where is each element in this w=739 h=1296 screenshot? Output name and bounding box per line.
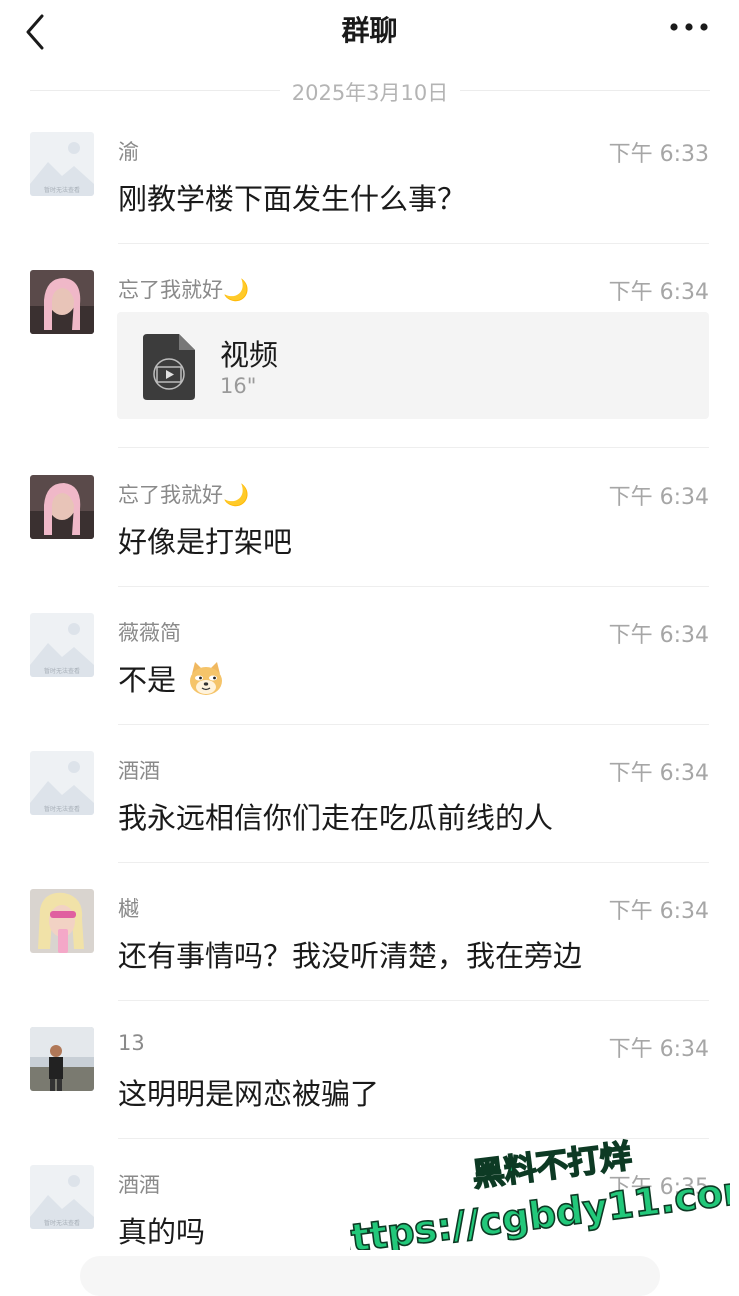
message-text[interactable]: 还有事情吗？我没听清楚，我在旁边 (118, 933, 582, 975)
more-options-button[interactable] (665, 12, 715, 42)
sender-name[interactable]: 薇薇简 (118, 617, 181, 647)
message-separator (118, 724, 709, 725)
placeholder-image-icon: 暂时无法查看 (30, 613, 94, 677)
user-photo-avatar (30, 889, 94, 953)
message-item: 暂时无法查看 薇薇简 下午 6:34 不是 (0, 613, 739, 725)
placeholder-caption: 暂时无法查看 (44, 667, 80, 675)
video-message-card[interactable]: 视频 16" (117, 312, 709, 419)
message-text[interactable]: 这明明是网恋被骗了 (118, 1071, 379, 1113)
message-separator (118, 447, 709, 448)
message-time: 下午 6:34 (608, 280, 709, 305)
user-photo-avatar (30, 475, 94, 539)
avatar-photo[interactable] (30, 270, 94, 334)
message-item: 13 下午 6:34 这明明是网恋被骗了 (0, 1027, 739, 1139)
sender-name[interactable]: 酒酒 (118, 755, 160, 785)
message-text[interactable]: 我永远相信你们走在吃瓜前线的人 (118, 795, 553, 837)
placeholder-image-icon: 暂时无法查看 (30, 751, 94, 815)
divider-line (460, 90, 710, 91)
avatar-photo[interactable] (30, 889, 94, 953)
message-text[interactable]: 不是 (118, 657, 225, 699)
message-item: 忘了我就好🌙 下午 6:34 视频 16" (0, 270, 739, 448)
message-time: 下午 6:34 (608, 485, 709, 510)
message-text[interactable]: 好像是打架吧 (118, 519, 292, 561)
avatar-placeholder[interactable]: 暂时无法查看 (30, 132, 94, 196)
doge-emoji-icon (190, 662, 223, 695)
placeholder-image-icon: 暂时无法查看 (30, 1165, 94, 1229)
message-text[interactable]: 真的吗 (118, 1209, 205, 1251)
top-bar: 群聊 (0, 0, 739, 60)
placeholder-image-icon: 暂时无法查看 (30, 132, 94, 196)
video-duration: 16" (220, 374, 257, 398)
date-divider: 2025年3月10日 (30, 76, 710, 106)
avatar-photo[interactable] (30, 475, 94, 539)
message-separator (118, 1000, 709, 1001)
avatar-placeholder[interactable]: 暂时无法查看 (30, 613, 94, 677)
sender-name[interactable]: 忘了我就好🌙 (118, 274, 249, 304)
bottom-input-bar[interactable] (80, 1256, 660, 1296)
sender-name[interactable]: 樾 (118, 893, 139, 923)
user-photo-avatar (30, 1027, 94, 1091)
sender-name[interactable]: 13 (118, 1031, 145, 1055)
sender-name[interactable]: 忘了我就好🌙 (118, 479, 249, 509)
video-file-icon (143, 334, 195, 400)
placeholder-caption: 暂时无法查看 (44, 805, 80, 813)
placeholder-caption: 暂时无法查看 (44, 1219, 80, 1227)
message-item: 暂时无法查看 渝 下午 6:33 刚教学楼下面发生什么事？ (0, 132, 739, 244)
sender-name[interactable]: 渝 (118, 136, 139, 166)
message-item: 暂时无法查看 酒酒 下午 6:34 我永远相信你们走在吃瓜前线的人 (0, 751, 739, 863)
message-time: 下午 6:33 (608, 142, 709, 167)
message-separator (118, 243, 709, 244)
date-label: 2025年3月10日 (291, 81, 449, 105)
placeholder-caption: 暂时无法查看 (44, 186, 80, 194)
message-item: 忘了我就好🌙 下午 6:34 好像是打架吧 (0, 475, 739, 587)
message-item: 樾 下午 6:34 还有事情吗？我没听清楚，我在旁边 (0, 889, 739, 1001)
message-time: 下午 6:34 (608, 623, 709, 648)
message-time: 下午 6:34 (608, 899, 709, 924)
avatar-placeholder[interactable]: 暂时无法查看 (30, 751, 94, 815)
message-text[interactable]: 刚教学楼下面发生什么事？ (118, 176, 466, 218)
video-title: 视频 (220, 338, 279, 372)
avatar-placeholder[interactable]: 暂时无法查看 (30, 1165, 94, 1229)
user-photo-avatar (30, 270, 94, 334)
message-time: 下午 6:34 (608, 1037, 709, 1062)
sender-name[interactable]: 酒酒 (118, 1169, 160, 1199)
page-title: 群聊 (341, 14, 398, 47)
more-dots-icon (670, 23, 708, 31)
message-separator (118, 586, 709, 587)
avatar-photo[interactable] (30, 1027, 94, 1091)
watermark: 黑料不打烊 https://cgbdy11.com (350, 1136, 730, 1250)
message-text-content: 不是 (118, 663, 177, 697)
message-separator (118, 862, 709, 863)
message-time: 下午 6:34 (608, 761, 709, 786)
